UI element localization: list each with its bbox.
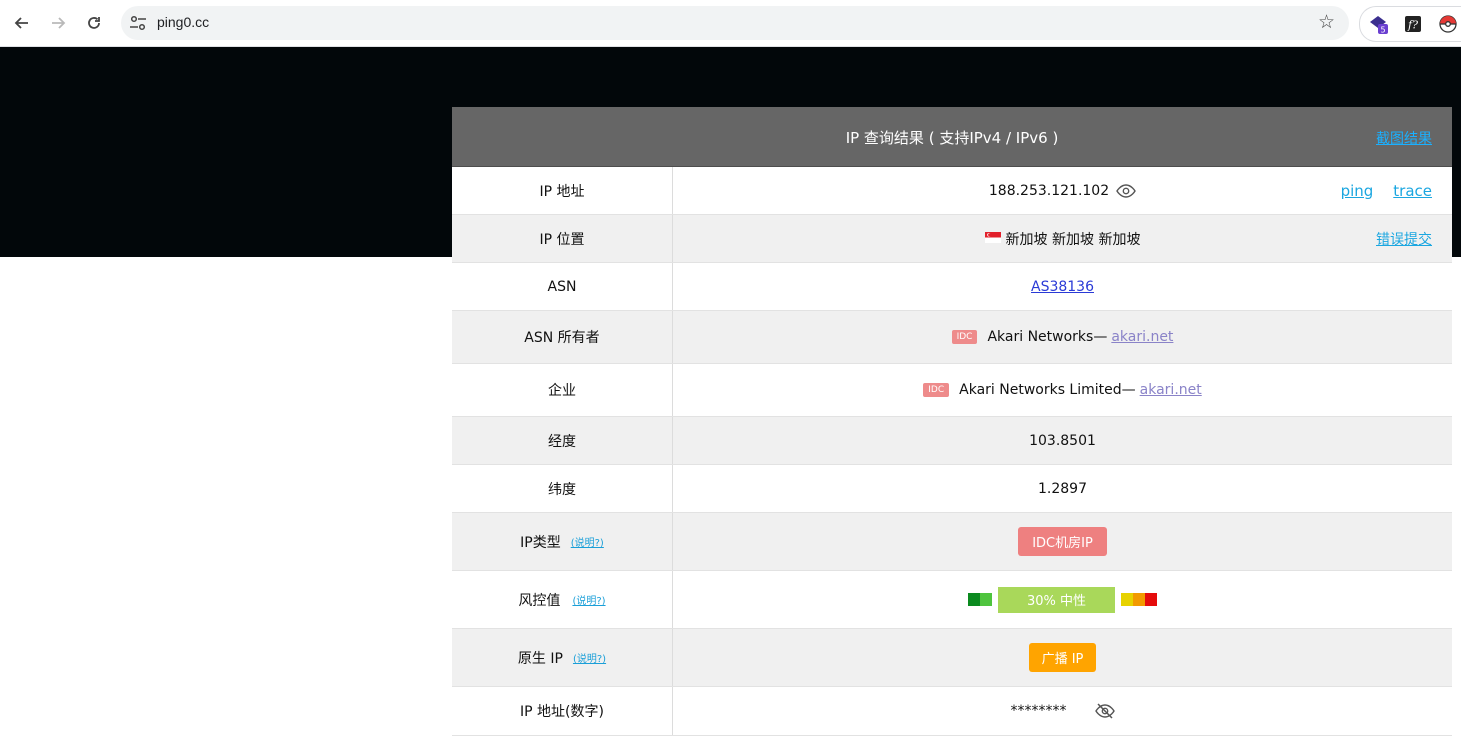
risk-label-cell: 风控值 (说明?) (452, 571, 673, 628)
row-asn: ASN AS38136 (452, 263, 1452, 311)
ping-link[interactable]: ping (1341, 182, 1374, 200)
ip-location-label: IP 位置 (452, 215, 673, 262)
latitude-value: 1.2897 (1038, 480, 1087, 497)
row-risk-score: 风控值 (说明?) 30% 中性 (452, 571, 1452, 629)
risk-help-link[interactable]: (说明?) (572, 592, 605, 607)
eye-icon[interactable] (1116, 183, 1136, 198)
asn-value-cell: AS38136 (673, 263, 1452, 310)
ip-tools: ping trace (1341, 167, 1432, 214)
risk-label: 风控值 (518, 592, 561, 609)
pokeball-extension-icon[interactable] (1438, 14, 1458, 34)
risk-segment-low (980, 593, 992, 606)
extensions-area: 5 f? (1359, 6, 1461, 42)
organization-value-cell: IDC Akari Networks Limited— akari.net (673, 364, 1452, 416)
row-native-ip: 原生 IP (说明?) 广播 IP (452, 629, 1452, 687)
idc-badge: IDC (951, 330, 978, 344)
risk-meter: 30% 中性 (968, 586, 1157, 613)
row-ip-type: IP类型 (说明?) IDC机房IP (452, 513, 1452, 571)
row-latitude: 纬度 1.2897 (452, 465, 1452, 513)
asn-owner-label: ASN 所有者 (452, 311, 673, 363)
ip-address-value[interactable]: 188.253.121.102 (989, 183, 1109, 199)
native-ip-help-link[interactable]: (说明?) (573, 650, 606, 665)
singapore-flag-icon (984, 231, 1001, 247)
panel-title: IP 查询结果 ( 支持IPv4 / IPv6 ) (845, 129, 1059, 147)
fx-extension-icon[interactable]: f? (1403, 14, 1423, 34)
organization-name: Akari Networks Limited— (959, 382, 1136, 398)
ip-type-badge: IDC机房IP (1018, 527, 1107, 556)
longitude-value: 103.8501 (1029, 432, 1096, 449)
trace-link[interactable]: trace (1393, 182, 1432, 200)
idc-badge: IDC (923, 383, 950, 397)
report-error-link[interactable]: 错误提交 (1376, 229, 1432, 249)
asn-owner-value-cell: IDC Akari Networks— akari.net (673, 311, 1452, 363)
risk-segment-very-low (968, 593, 980, 606)
ip-type-label: IP类型 (520, 534, 561, 551)
ip-result-panel: IP 查询结果 ( 支持IPv4 / IPv6 ) 截图结果 IP 地址 188… (452, 107, 1452, 736)
svg-text:f?: f? (1407, 19, 1418, 32)
ip-numeric-label: IP 地址(数字) (452, 687, 673, 735)
screenshot-result-link[interactable]: 截图结果 (1376, 128, 1432, 148)
eye-off-icon[interactable] (1094, 703, 1115, 719)
organization-site-link[interactable]: akari.net (1140, 382, 1202, 398)
svg-text:5: 5 (1380, 26, 1385, 35)
ip-type-help-link[interactable]: (说明?) (571, 534, 604, 549)
address-bar[interactable]: ping0.cc ☆ (121, 6, 1349, 40)
shield-extension-icon[interactable]: 5 (1368, 14, 1388, 34)
longitude-label: 经度 (452, 417, 673, 464)
site-info-icon[interactable] (129, 15, 147, 31)
organization-label: 企业 (452, 364, 673, 416)
risk-segment-medium (1121, 593, 1133, 606)
ip-location-value-cell: 新加坡 新加坡 新加坡 错误提交 (673, 215, 1452, 262)
asn-label: ASN (452, 263, 673, 310)
location-tools: 错误提交 (1376, 215, 1432, 262)
row-longitude: 经度 103.8501 (452, 417, 1452, 465)
row-ip-address: IP 地址 188.253.121.102 ping trace (452, 167, 1452, 215)
ip-location-value: 新加坡 新加坡 新加坡 (1005, 231, 1141, 248)
risk-value-cell: 30% 中性 (673, 571, 1452, 628)
row-asn-owner: ASN 所有者 IDC Akari Networks— akari.net (452, 311, 1452, 364)
ip-type-label-cell: IP类型 (说明?) (452, 513, 673, 570)
bookmark-star-icon[interactable]: ☆ (1318, 11, 1335, 33)
ip-type-value-cell: IDC机房IP (673, 513, 1452, 570)
ip-address-label: IP 地址 (452, 167, 673, 214)
back-icon[interactable] (10, 11, 34, 35)
row-ip-numeric: IP 地址(数字) ******** (452, 687, 1452, 736)
risk-score-badge: 30% 中性 (998, 586, 1115, 613)
native-ip-label-cell: 原生 IP (说明?) (452, 629, 673, 686)
ip-numeric-value-cell: ******** (673, 687, 1452, 735)
asn-owner-site-link[interactable]: akari.net (1111, 329, 1173, 345)
risk-segment-high (1133, 593, 1145, 606)
ip-numeric-value: ******** (1010, 703, 1067, 719)
native-ip-badge: 广播 IP (1028, 643, 1097, 672)
asn-owner-name: Akari Networks— (987, 329, 1108, 345)
latitude-label: 纬度 (452, 465, 673, 512)
asn-link[interactable]: AS38136 (1031, 279, 1094, 295)
native-ip-label: 原生 IP (517, 650, 563, 667)
browser-toolbar: ping0.cc ☆ 5 f? (0, 0, 1461, 47)
reload-icon[interactable] (82, 11, 106, 35)
row-organization: 企业 IDC Akari Networks Limited— akari.net (452, 364, 1452, 417)
panel-header: IP 查询结果 ( 支持IPv4 / IPv6 ) 截图结果 (452, 107, 1452, 167)
native-ip-value-cell: 广播 IP (673, 629, 1452, 686)
ip-address-value-cell: 188.253.121.102 ping trace (673, 167, 1452, 214)
forward-icon[interactable] (46, 11, 70, 35)
risk-segment-very-high (1145, 593, 1157, 606)
url-text[interactable]: ping0.cc (157, 14, 209, 30)
row-ip-location: IP 位置 新加坡 新加坡 新加坡 错误提交 (452, 215, 1452, 263)
